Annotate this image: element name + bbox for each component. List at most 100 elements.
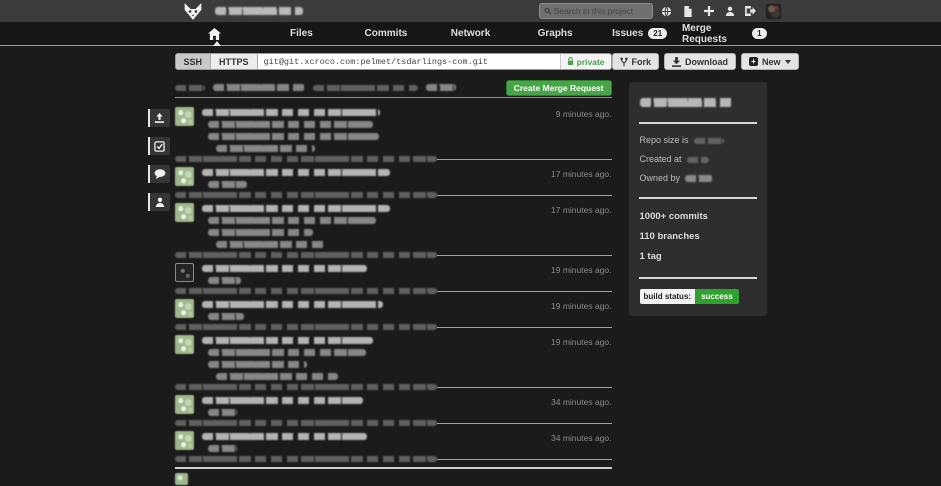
- separator-text-redacted: [174, 384, 437, 390]
- feed-entry[interactable]: 34 minutes ago.: [174, 392, 612, 418]
- commit-message-redacted: [207, 132, 380, 140]
- created-at-line: Created at: [640, 150, 756, 169]
- feed-entry[interactable]: 19 minutes ago.: [174, 296, 612, 322]
- nav-tab-label: Files: [289, 28, 313, 39]
- commit-author-avatar[interactable]: [174, 335, 194, 354]
- entry-title-redacted: [201, 264, 367, 272]
- commit-author-avatar[interactable]: [174, 107, 194, 126]
- header-text-redacted: [425, 84, 457, 91]
- repo-stat-tags[interactable]: 1 tag: [640, 247, 756, 267]
- nav-tab-badge: 1: [752, 28, 767, 39]
- comment-bubble-icon: [154, 169, 165, 179]
- separator-text-redacted: [174, 420, 437, 426]
- owner-name-redacted[interactable]: [685, 175, 714, 182]
- filter-comments-button[interactable]: [147, 165, 170, 183]
- fork-button[interactable]: Fork: [611, 53, 660, 70]
- nav-tab-label: Network: [450, 28, 491, 39]
- entry-title-redacted: [201, 204, 390, 212]
- repo-stat-branches[interactable]: 110 branches: [640, 227, 756, 247]
- commit-author-avatar[interactable]: [174, 395, 194, 414]
- project-title-redacted: [214, 7, 303, 15]
- header-text-redacted: [213, 84, 305, 91]
- nav-tab-files[interactable]: Files: [259, 22, 344, 45]
- entry-title-redacted: [201, 168, 390, 176]
- entry-timestamp: 9 minutes ago.: [555, 109, 612, 119]
- commit-author-avatar[interactable]: [174, 299, 194, 318]
- feed-entry[interactable]: 19 minutes ago.: [174, 260, 612, 286]
- build-status-label: build status:: [639, 289, 696, 304]
- entry-separator: [174, 190, 612, 200]
- gitlab-logo-icon[interactable]: [183, 1, 205, 21]
- entry-title-redacted: [201, 108, 380, 116]
- nav-tab-network[interactable]: Network: [428, 22, 513, 45]
- commit-author-avatar[interactable]: [174, 431, 194, 450]
- top-bar: [0, 0, 941, 22]
- commit-author-avatar[interactable]: [174, 263, 194, 282]
- new-project-plus-icon[interactable]: [703, 5, 715, 17]
- push-upload-icon: [154, 112, 165, 123]
- snippets-file-icon[interactable]: [682, 5, 694, 17]
- download-button[interactable]: Download: [664, 53, 737, 70]
- commit-author-avatar[interactable]: [174, 167, 194, 186]
- feed-bottom-divider: [174, 467, 612, 469]
- commit-message-redacted: [207, 180, 248, 188]
- entry-timestamp: 17 minutes ago.: [551, 169, 612, 179]
- feed-entry[interactable]: 17 minutes ago.: [174, 164, 612, 190]
- entry-timestamp: 19 minutes ago.: [551, 337, 612, 347]
- filter-issues-button[interactable]: [147, 137, 170, 155]
- explore-globe-icon[interactable]: [661, 5, 673, 17]
- next-entry-avatar: [174, 473, 188, 485]
- header-text-redacted: [174, 84, 206, 91]
- user-avatar[interactable]: [765, 3, 781, 19]
- create-merge-request-button[interactable]: Create Merge Request: [505, 79, 612, 96]
- nav-tab-merge-requests[interactable]: Merge Requests 1: [682, 22, 767, 45]
- dropdown-caret-icon: [784, 59, 791, 64]
- entry-timestamp: 34 minutes ago.: [551, 433, 612, 443]
- nav-tab-graphs[interactable]: Graphs: [513, 22, 598, 45]
- build-status-badge[interactable]: build status: success: [639, 279, 756, 304]
- entry-timestamp: 19 minutes ago.: [551, 301, 612, 311]
- feed-entry[interactable]: 17 minutes ago.: [174, 200, 612, 250]
- new-dropdown-button[interactable]: + New: [741, 53, 799, 70]
- activity-feed: 9 minutes ago. 17 minutes ago. 17 minute…: [174, 104, 612, 464]
- activity-filter-rail: [147, 109, 170, 211]
- https-protocol-button[interactable]: HTTPS: [211, 54, 258, 69]
- feed-entry[interactable]: 9 minutes ago.: [174, 104, 612, 154]
- commit-message-redacted: [207, 444, 238, 452]
- ssh-protocol-button[interactable]: SSH: [175, 54, 212, 69]
- filter-push-events-button[interactable]: [147, 109, 170, 127]
- entry-title-redacted: [201, 432, 367, 440]
- commit-message-redacted: [215, 144, 315, 152]
- feed-entry[interactable]: 34 minutes ago.: [174, 428, 612, 454]
- search-box[interactable]: [538, 3, 653, 19]
- logout-icon[interactable]: [745, 5, 757, 17]
- download-icon: [672, 56, 682, 67]
- commit-message-redacted: [207, 216, 376, 224]
- commit-message-redacted: [207, 228, 314, 236]
- clone-url-input[interactable]: [257, 54, 560, 69]
- entry-separator: [174, 250, 612, 260]
- commit-author-avatar[interactable]: [174, 203, 194, 222]
- nav-tab-issues[interactable]: Issues 21: [597, 22, 682, 45]
- entry-timestamp: 19 minutes ago.: [551, 265, 612, 275]
- nav-tab-badge: 21: [648, 28, 668, 39]
- repo-size-value-redacted: [693, 137, 724, 144]
- search-input[interactable]: [553, 6, 648, 16]
- fork-icon: [619, 57, 628, 66]
- nav-tab-label: Merge Requests: [681, 22, 727, 45]
- build-status-value: success: [695, 289, 739, 304]
- feed-entry[interactable]: 19 minutes ago.: [174, 332, 612, 382]
- commit-message-redacted: [207, 348, 366, 356]
- filter-team-button[interactable]: [147, 193, 170, 211]
- nav-tab-label: Commits: [364, 28, 408, 39]
- separator-text-redacted: [174, 156, 437, 162]
- profile-user-icon[interactable]: [724, 5, 736, 17]
- repo-stat-commits[interactable]: 1000+ commits: [640, 207, 756, 227]
- nav-tab-label: Graphs: [537, 28, 573, 39]
- commit-message-redacted: [207, 360, 307, 368]
- nav-tab-commits[interactable]: Commits: [344, 22, 429, 45]
- entry-separator: [174, 322, 612, 332]
- nav-tab-home[interactable]: [175, 22, 260, 46]
- entry-timestamp: 34 minutes ago.: [551, 397, 612, 407]
- search-icon: [543, 7, 551, 15]
